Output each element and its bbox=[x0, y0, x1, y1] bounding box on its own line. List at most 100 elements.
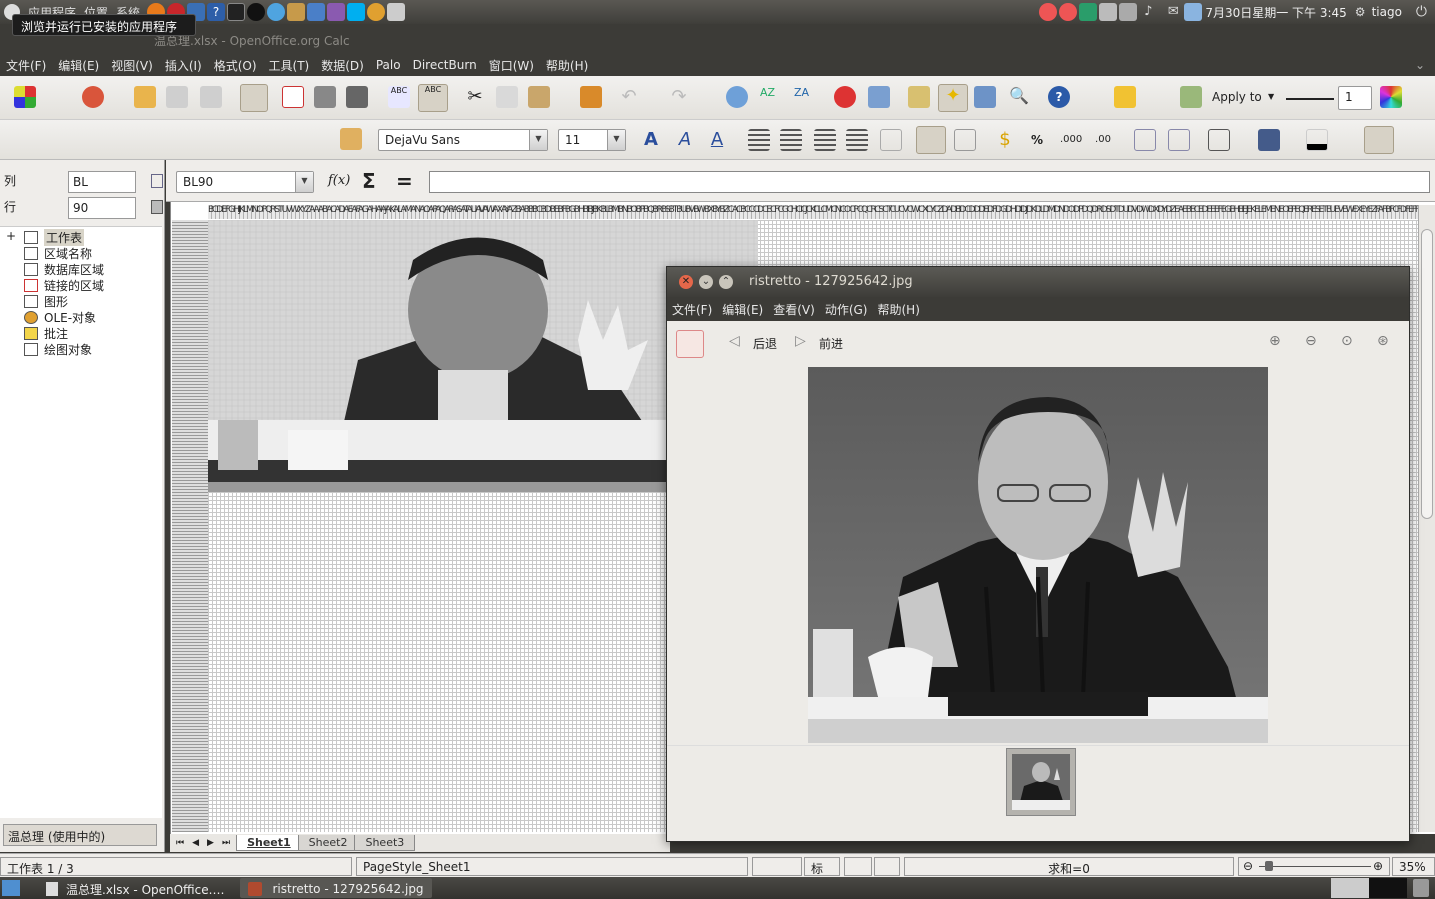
export-pdf-icon[interactable] bbox=[282, 86, 304, 108]
chart-icon[interactable] bbox=[834, 86, 856, 108]
zoom-in-icon[interactable]: ⊕ bbox=[1373, 859, 1383, 873]
r-menu-go[interactable]: 动作(G) bbox=[820, 301, 873, 318]
merge-cells-icon[interactable] bbox=[880, 129, 902, 151]
zoom-slider[interactable]: ⊖ ⊕ bbox=[1238, 857, 1390, 876]
font-color-icon[interactable] bbox=[1306, 129, 1328, 151]
line-width-spinner[interactable]: 1 bbox=[1338, 86, 1372, 110]
update-tray-icon[interactable] bbox=[1079, 3, 1098, 21]
tag-icon[interactable] bbox=[1114, 86, 1136, 108]
line-style-preview[interactable] bbox=[1286, 98, 1334, 100]
zoom-out-icon[interactable]: ⊖ bbox=[1305, 333, 1317, 349]
autospell-icon[interactable]: ABC bbox=[418, 84, 448, 112]
vertical-scrollbar[interactable] bbox=[1418, 205, 1435, 832]
font-size-dropdown-icon[interactable]: ▼ bbox=[607, 130, 625, 150]
thumbnail[interactable] bbox=[1006, 748, 1076, 816]
apply-to-icon[interactable] bbox=[1180, 86, 1202, 108]
align-vertical-icon[interactable] bbox=[954, 129, 976, 151]
tree-item-comments[interactable]: 批注 bbox=[44, 325, 68, 342]
name-box[interactable]: BL90 ▼ bbox=[176, 171, 314, 193]
zoom-percent[interactable]: 35% bbox=[1392, 857, 1435, 876]
page-style[interactable]: PageStyle_Sheet1 bbox=[356, 857, 748, 876]
templates-icon[interactable] bbox=[82, 86, 104, 108]
wrap-text-icon[interactable] bbox=[916, 126, 946, 154]
ie-launcher-icon[interactable] bbox=[267, 3, 286, 21]
align-right-icon[interactable] bbox=[814, 129, 836, 151]
tab-sheet2[interactable]: Sheet2 bbox=[297, 835, 359, 851]
zoom-handle[interactable] bbox=[1265, 861, 1273, 871]
menu-data[interactable]: 数据(D) bbox=[315, 57, 370, 74]
open-image-icon[interactable] bbox=[676, 330, 704, 358]
expand-icon[interactable]: + bbox=[6, 229, 16, 243]
apply-to-label[interactable]: Apply to bbox=[1212, 90, 1262, 104]
terminal-launcher-icon[interactable] bbox=[227, 3, 246, 21]
email-icon[interactable] bbox=[200, 86, 222, 108]
forward-button[interactable]: 前进 bbox=[819, 335, 843, 352]
print-preview-icon[interactable] bbox=[346, 86, 368, 108]
add-decimal-icon[interactable]: .000 bbox=[1060, 129, 1082, 151]
tree-item-range-names[interactable]: 区域名称 bbox=[44, 245, 92, 262]
pidgin-launcher-icon[interactable] bbox=[327, 3, 346, 21]
chat-launcher-icon[interactable] bbox=[307, 3, 326, 21]
maximize-icon[interactable]: ⌃ bbox=[719, 275, 733, 289]
zoom-in-icon[interactable]: ⊕ bbox=[1269, 333, 1281, 349]
menu-insert[interactable]: 插入(I) bbox=[159, 57, 208, 74]
power-icon[interactable]: ⏻ bbox=[1416, 4, 1427, 20]
gallery-icon[interactable] bbox=[974, 86, 996, 108]
function-wizard-icon[interactable]: f(x) bbox=[328, 173, 350, 188]
sort-descending-icon[interactable]: ZA bbox=[794, 86, 816, 108]
justify-icon[interactable] bbox=[846, 129, 868, 151]
zoom-fit-icon[interactable]: ⊙ bbox=[1341, 333, 1353, 349]
help-icon[interactable]: ? bbox=[1048, 86, 1070, 108]
help-launcher-icon[interactable]: ? bbox=[207, 3, 226, 21]
trash-icon[interactable] bbox=[1413, 879, 1429, 897]
open-icon[interactable] bbox=[134, 86, 156, 108]
bold-icon[interactable]: A bbox=[640, 129, 662, 151]
insert-mode[interactable]: 标准 bbox=[804, 857, 840, 893]
document-select[interactable]: 温总理 (使用中的) bbox=[3, 824, 157, 846]
styles-icon[interactable] bbox=[340, 128, 362, 150]
increase-indent-icon[interactable] bbox=[1168, 129, 1190, 151]
pivot-table-icon[interactable] bbox=[868, 86, 890, 108]
r-menu-help[interactable]: 帮助(H) bbox=[872, 301, 924, 318]
italic-icon[interactable]: A bbox=[674, 129, 696, 151]
first-sheet-icon[interactable]: ⏮ bbox=[176, 838, 184, 848]
menu-view[interactable]: 视图(V) bbox=[105, 57, 159, 74]
mail-icon[interactable]: ✉ bbox=[1164, 3, 1182, 21]
row-headers[interactable] bbox=[172, 220, 208, 832]
taskbar-ristretto[interactable]: ristretto - 127925642.jpg bbox=[240, 878, 432, 898]
workspace-switcher[interactable] bbox=[1331, 878, 1407, 898]
align-center-icon[interactable] bbox=[780, 129, 802, 151]
toggle-icon[interactable] bbox=[151, 200, 163, 214]
notes-launcher-icon[interactable] bbox=[287, 3, 306, 21]
zoom-100-icon[interactable]: ⊛ bbox=[1377, 333, 1389, 349]
menu-directburn[interactable]: DirectBurn bbox=[407, 58, 483, 72]
borders-icon[interactable] bbox=[1208, 129, 1230, 151]
new-document-icon[interactable] bbox=[14, 86, 36, 108]
skype-launcher-icon[interactable] bbox=[347, 3, 366, 21]
tab-sheet1[interactable]: Sheet1 bbox=[236, 835, 302, 851]
menu-palo[interactable]: Palo bbox=[370, 58, 407, 72]
calculator-launcher-icon[interactable] bbox=[387, 3, 406, 21]
font-name-dropdown-icon[interactable]: ▼ bbox=[529, 130, 547, 150]
paste-icon[interactable] bbox=[528, 86, 550, 108]
user-name[interactable]: tiago bbox=[1372, 5, 1402, 19]
tree-item-linked-areas[interactable]: 链接的区域 bbox=[44, 277, 104, 294]
close-icon[interactable]: ✕ bbox=[679, 275, 693, 289]
sort-ascending-icon[interactable]: AZ bbox=[760, 86, 782, 108]
content-view-icon[interactable] bbox=[151, 174, 163, 188]
toggle-grid-icon[interactable] bbox=[1364, 126, 1394, 154]
zoom-out-icon[interactable]: ⊖ bbox=[1243, 859, 1253, 873]
font-name-box[interactable]: DejaVu Sans ▼ bbox=[378, 129, 548, 151]
back-icon[interactable]: ◁ bbox=[729, 333, 740, 349]
next-sheet-icon[interactable]: ▶ bbox=[207, 838, 214, 848]
name-box-dropdown-icon[interactable]: ▼ bbox=[295, 172, 313, 192]
currency-icon[interactable]: $ bbox=[994, 129, 1016, 151]
r-menu-edit[interactable]: 编辑(E) bbox=[717, 301, 768, 318]
row-spinner[interactable]: 90 bbox=[68, 197, 136, 219]
menu-close-icon[interactable]: ⌄ bbox=[1415, 58, 1425, 72]
hyperlink-icon[interactable] bbox=[726, 86, 748, 108]
format-paintbrush-icon[interactable] bbox=[580, 86, 602, 108]
menu-window[interactable]: 窗口(W) bbox=[483, 57, 540, 74]
prev-sheet-icon[interactable]: ◀ bbox=[192, 838, 199, 848]
tree-item-images[interactable]: 图形 bbox=[44, 293, 68, 310]
